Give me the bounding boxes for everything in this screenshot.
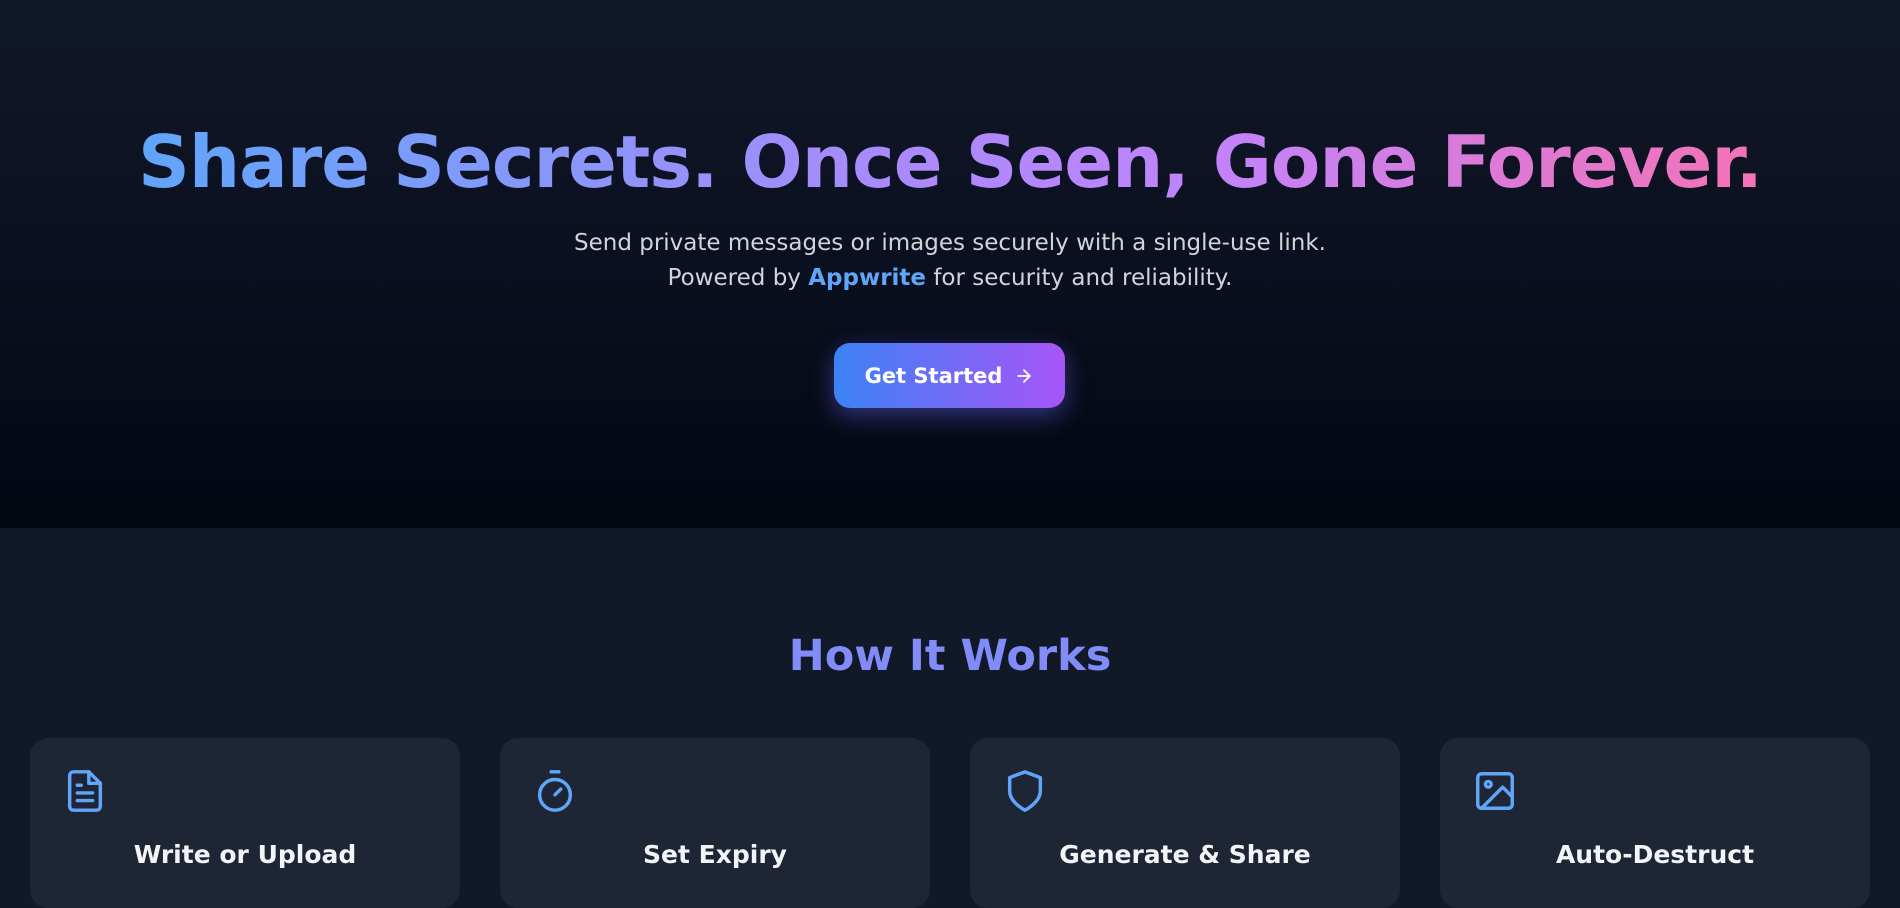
shield-icon <box>1002 768 1048 814</box>
document-icon <box>62 768 108 814</box>
step-card-generate-share: Generate & Share <box>970 738 1400 908</box>
hero-title: Share Secrets. Once Seen, Gone Forever. <box>138 120 1763 204</box>
step-title: Write or Upload <box>133 840 357 869</box>
hero-subtitle-text-end: for security and reliability. <box>933 265 1233 291</box>
hero-section: Share Secrets. Once Seen, Gone Forever. … <box>0 0 1900 528</box>
step-card-set-expiry: Set Expiry <box>500 738 930 908</box>
get-started-button[interactable]: Get Started <box>834 343 1065 408</box>
how-it-works-title: How It Works <box>788 631 1112 681</box>
step-title: Set Expiry <box>643 840 787 869</box>
hero-subtitle: Send private messages or images securely… <box>530 226 1370 296</box>
appwrite-brand-text: Appwrite <box>808 265 927 291</box>
step-title: Auto-Destruct <box>1555 840 1755 869</box>
step-card-write-or-upload: Write or Upload <box>30 738 460 908</box>
image-icon <box>1472 768 1518 814</box>
step-card-auto-destruct: Auto-Destruct <box>1440 738 1870 908</box>
step-title: Generate & Share <box>1059 840 1311 869</box>
get-started-label: Get Started <box>864 363 1003 388</box>
timer-icon <box>532 768 578 814</box>
arrow-right-icon <box>1014 366 1034 386</box>
